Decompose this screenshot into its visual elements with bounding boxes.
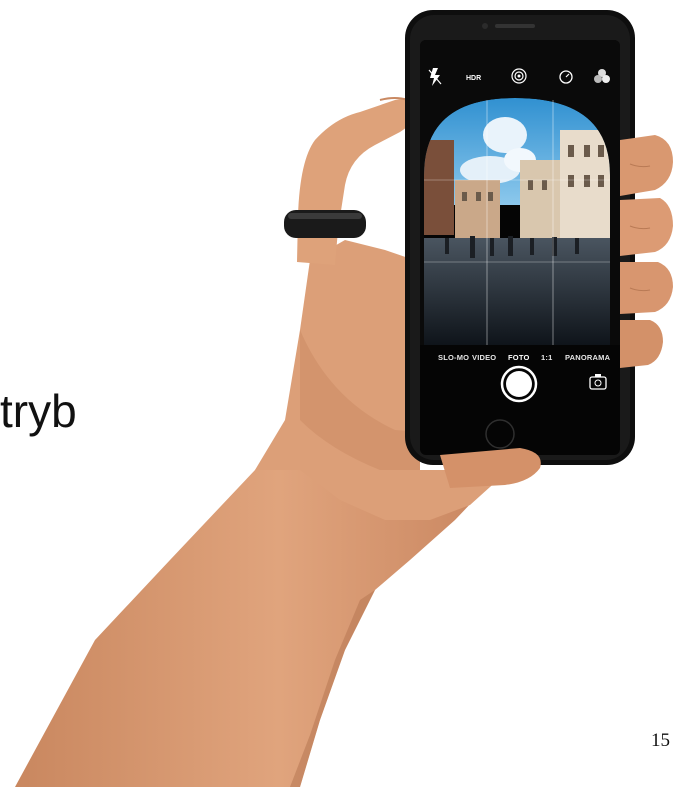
mode-square[interactable]: 1:1: [541, 353, 552, 362]
shutter-button-icon[interactable]: [500, 365, 538, 403]
mode-video[interactable]: VIDEO: [472, 353, 496, 362]
right-fingers: [620, 135, 673, 368]
camera-mode-strip: SLO-MO VIDEO FOTO 1:1 PANORAMA: [438, 353, 611, 362]
hdr-button[interactable]: HDR: [466, 75, 481, 82]
mode-slo-mo[interactable]: SLO-MO: [438, 353, 469, 362]
ring: [284, 210, 366, 238]
mode-panorama[interactable]: PANORAMA: [565, 353, 611, 362]
mode-foto[interactable]: FOTO: [508, 353, 530, 362]
hand-holding-phone-photo: HDR SLO-MO VIDEO FOTO 1:1 PANORAMA: [15, 10, 673, 787]
index-finger: [297, 97, 416, 265]
lower-fingers: [440, 448, 541, 488]
